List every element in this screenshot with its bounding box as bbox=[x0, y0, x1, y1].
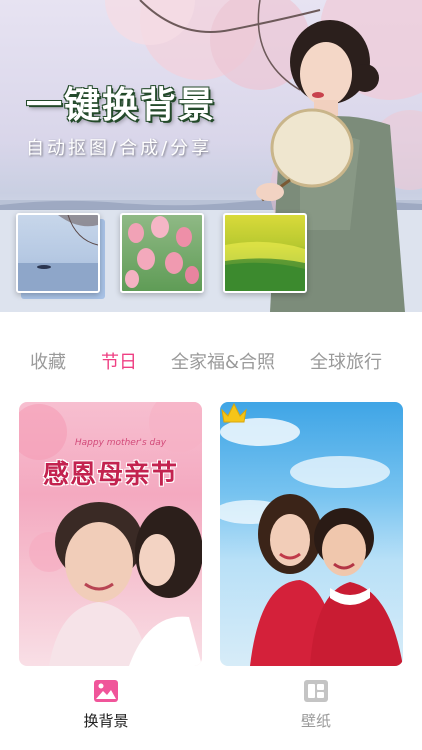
template-card-mothers-day[interactable]: Happy mother's day 感恩母亲节 bbox=[19, 402, 202, 666]
tab-festival[interactable]: 节日 bbox=[101, 348, 137, 374]
hero-banner[interactable]: 一键换背景 自动抠图/合成/分享 bbox=[0, 0, 422, 312]
thumbnail-tulips[interactable] bbox=[120, 213, 204, 293]
nav-change-background[interactable]: 换背景 bbox=[56, 680, 156, 731]
nav-wallpaper[interactable]: 壁纸 bbox=[266, 680, 366, 731]
bottom-navigation: 换背景 壁纸 bbox=[0, 666, 422, 750]
tab-favorites[interactable]: 收藏 bbox=[30, 348, 66, 374]
tab-family-group-photo[interactable]: 全家福&合照 bbox=[171, 348, 275, 374]
nav-label-change-background: 换背景 bbox=[83, 712, 129, 730]
mothers-day-small-text: Happy mother's day bbox=[74, 438, 167, 448]
category-tabs: 收藏 节日 全家福&合照 全球旅行 bbox=[0, 340, 422, 380]
mothers-day-caption: Happy mother's day 感恩母亲节 bbox=[19, 438, 202, 491]
image-icon bbox=[94, 680, 118, 702]
tab-global-travel[interactable]: 全球旅行 bbox=[310, 348, 382, 374]
thumbnail-lake[interactable] bbox=[16, 213, 100, 293]
nav-label-wallpaper: 壁纸 bbox=[300, 712, 331, 730]
template-card-family[interactable] bbox=[220, 402, 403, 666]
hero-subtitle: 自动抠图/合成/分享 bbox=[26, 138, 213, 159]
wallpaper-icon bbox=[304, 680, 328, 702]
crown-icon bbox=[221, 402, 247, 423]
family-illustration bbox=[220, 418, 403, 666]
mothers-day-big-text: 感恩母亲节 bbox=[42, 460, 178, 490]
tulips-scene bbox=[125, 216, 199, 288]
lake-scene bbox=[18, 215, 98, 291]
field-scene bbox=[225, 241, 305, 291]
thumbnail-rapeseed-field[interactable] bbox=[223, 213, 307, 293]
hero-title: 一键换背景 bbox=[26, 85, 217, 126]
